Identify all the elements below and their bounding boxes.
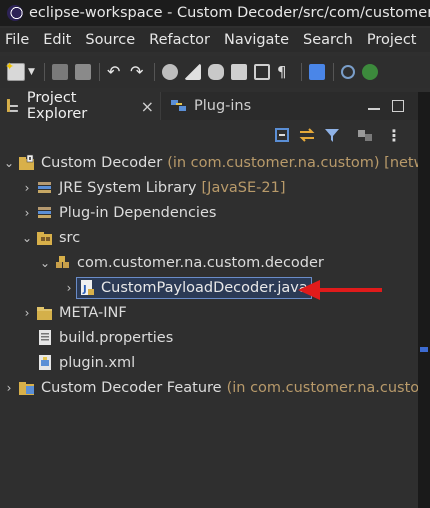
project-explorer-icon xyxy=(6,99,18,112)
folder-icon xyxy=(37,306,52,320)
chevron-down-icon[interactable]: ⌄ xyxy=(20,231,34,245)
filter-icon[interactable] xyxy=(324,127,340,143)
toolbar-separator xyxy=(154,63,155,81)
menu-project[interactable]: Project xyxy=(362,32,426,48)
library-icon xyxy=(38,206,51,218)
package-icon xyxy=(56,255,69,268)
close-icon[interactable]: × xyxy=(141,97,154,116)
toolbar-separator xyxy=(99,63,100,81)
tab-project-explorer[interactable]: Project Explorer × xyxy=(0,90,161,122)
tree-item-meta-inf[interactable]: › META-INF xyxy=(20,300,127,325)
chevron-right-icon[interactable]: › xyxy=(20,206,34,220)
chevron-right-icon[interactable]: › xyxy=(62,281,76,295)
bug-icon[interactable] xyxy=(362,64,378,80)
save-all-icon[interactable] xyxy=(75,64,91,80)
tree-item-src[interactable]: ⌄ src xyxy=(20,225,80,250)
menu-source[interactable]: Source xyxy=(80,32,144,48)
editor-edge-marker xyxy=(420,347,428,352)
tree-item-decoration: (in com.customer.na.custom.fea xyxy=(226,379,418,396)
tab-plug-ins[interactable]: Plug-ins xyxy=(161,92,251,120)
new-icon[interactable]: ✦ xyxy=(5,60,25,81)
view-controls xyxy=(368,92,404,120)
search-icon[interactable] xyxy=(341,65,355,79)
menu-edit[interactable]: Edit xyxy=(38,32,80,48)
tree-item-decoration: (in com.customer.na.custom) [network- xyxy=(167,154,418,171)
tab-label: Plug-ins xyxy=(194,98,252,114)
tree-item-label: Custom Decoder xyxy=(41,154,163,171)
window-title: eclipse-workspace - Custom Decoder/src/c… xyxy=(29,5,430,21)
tree-item-build-properties[interactable]: build.properties xyxy=(34,325,173,350)
undo-icon[interactable]: ↶ xyxy=(107,64,123,80)
toolbar-separator xyxy=(301,63,302,81)
tree-item-jre-system-library[interactable]: › JRE System Library [JavaSE-21] xyxy=(20,175,286,200)
view-tab-bar: Project Explorer × Plug-ins xyxy=(0,90,418,122)
editor-edge-strip xyxy=(418,92,430,508)
redo-icon[interactable]: ↷ xyxy=(130,64,146,80)
tree-item-custom-decoder-feature[interactable]: › Custom Decoder Feature (in com.custome… xyxy=(2,375,418,400)
title-bar: eclipse-workspace - Custom Decoder/src/c… xyxy=(0,0,430,26)
tree-item-plug-in-dependencies[interactable]: › Plug-in Dependencies xyxy=(20,200,217,225)
project-tree: ⌄ Custom Decoder (in com.customer.na.cus… xyxy=(0,150,418,508)
chevron-right-icon[interactable]: › xyxy=(2,381,16,395)
edit-icon[interactable] xyxy=(185,64,201,80)
selection-highlight: J CustomPayloadDecoder.java xyxy=(76,276,312,299)
tree-item-decoration: [JavaSE-21] xyxy=(201,179,286,196)
maximize-icon[interactable] xyxy=(392,100,404,112)
debug-icon[interactable] xyxy=(162,64,178,80)
collapse-all-icon[interactable] xyxy=(274,127,290,143)
save-icon[interactable] xyxy=(52,64,68,80)
menu-file[interactable]: File xyxy=(0,32,38,48)
menu-search[interactable]: Search xyxy=(298,32,362,48)
tree-item-custom-decoder[interactable]: ⌄ Custom Decoder (in com.customer.na.cus… xyxy=(2,150,418,175)
library-icon xyxy=(38,181,51,193)
view-settings-icon[interactable] xyxy=(357,127,373,143)
tree-item-label: META-INF xyxy=(59,304,127,321)
tree-item-label: build.properties xyxy=(59,329,174,346)
tree-item-package[interactable]: ⌄ com.customer.na.custom.decoder xyxy=(38,250,324,275)
tree-item-label: com.customer.na.custom.decoder xyxy=(77,254,324,271)
feature-project-icon xyxy=(19,381,34,395)
pilcrow-icon[interactable]: ¶ xyxy=(277,64,293,80)
chevron-right-icon[interactable]: › xyxy=(20,181,34,195)
view-toolbar: ⋮ xyxy=(0,122,418,148)
link-with-editor-icon[interactable] xyxy=(299,127,315,143)
toolbar-separator xyxy=(44,63,45,81)
tree-item-label: CustomPayloadDecoder.java xyxy=(101,279,308,296)
chevron-right-icon[interactable]: › xyxy=(20,306,34,320)
main-toolbar: ✦ ▼ ↶ ↷ ¶ xyxy=(0,56,430,88)
open-type-icon[interactable] xyxy=(254,64,270,80)
java-file-icon: J xyxy=(81,279,94,295)
view-menu-icon[interactable]: ⋮ xyxy=(386,126,402,145)
tree-item-label: src xyxy=(59,229,81,246)
svg-text:J: J xyxy=(82,284,87,295)
properties-file-icon xyxy=(39,329,51,345)
red-annotation-arrow xyxy=(298,280,382,300)
plugin-project-icon xyxy=(19,154,34,170)
plugin-xml-icon xyxy=(39,354,51,370)
export-icon[interactable] xyxy=(231,64,247,80)
tree-item-label: Custom Decoder Feature xyxy=(41,379,222,396)
tree-item-label: Plug-in Dependencies xyxy=(59,204,217,221)
tab-label: Project Explorer xyxy=(26,90,88,122)
minimize-icon[interactable] xyxy=(368,108,380,110)
build-icon[interactable] xyxy=(208,64,224,80)
tree-item-label: plugin.xml xyxy=(59,354,136,371)
menu-bar: File Edit Source Refactor Navigate Searc… xyxy=(0,28,430,52)
chevron-down-icon[interactable]: ⌄ xyxy=(2,156,16,170)
dropdown-arrow-icon[interactable]: ▼ xyxy=(28,64,36,80)
toolbar-separator xyxy=(333,63,334,81)
task-icon[interactable] xyxy=(309,64,325,80)
menu-refactor[interactable]: Refactor xyxy=(144,32,219,48)
tree-item-plugin-xml[interactable]: plugin.xml xyxy=(34,350,135,375)
menu-navigate[interactable]: Navigate xyxy=(219,32,298,48)
eclipse-logo-icon xyxy=(7,5,23,21)
plug-ins-icon xyxy=(171,100,186,111)
source-folder-icon xyxy=(37,231,52,245)
tree-item-java-file[interactable]: › J CustomPayloadDecoder.java xyxy=(62,275,312,300)
tree-item-label: JRE System Library xyxy=(59,179,197,196)
chevron-down-icon[interactable]: ⌄ xyxy=(38,256,52,270)
